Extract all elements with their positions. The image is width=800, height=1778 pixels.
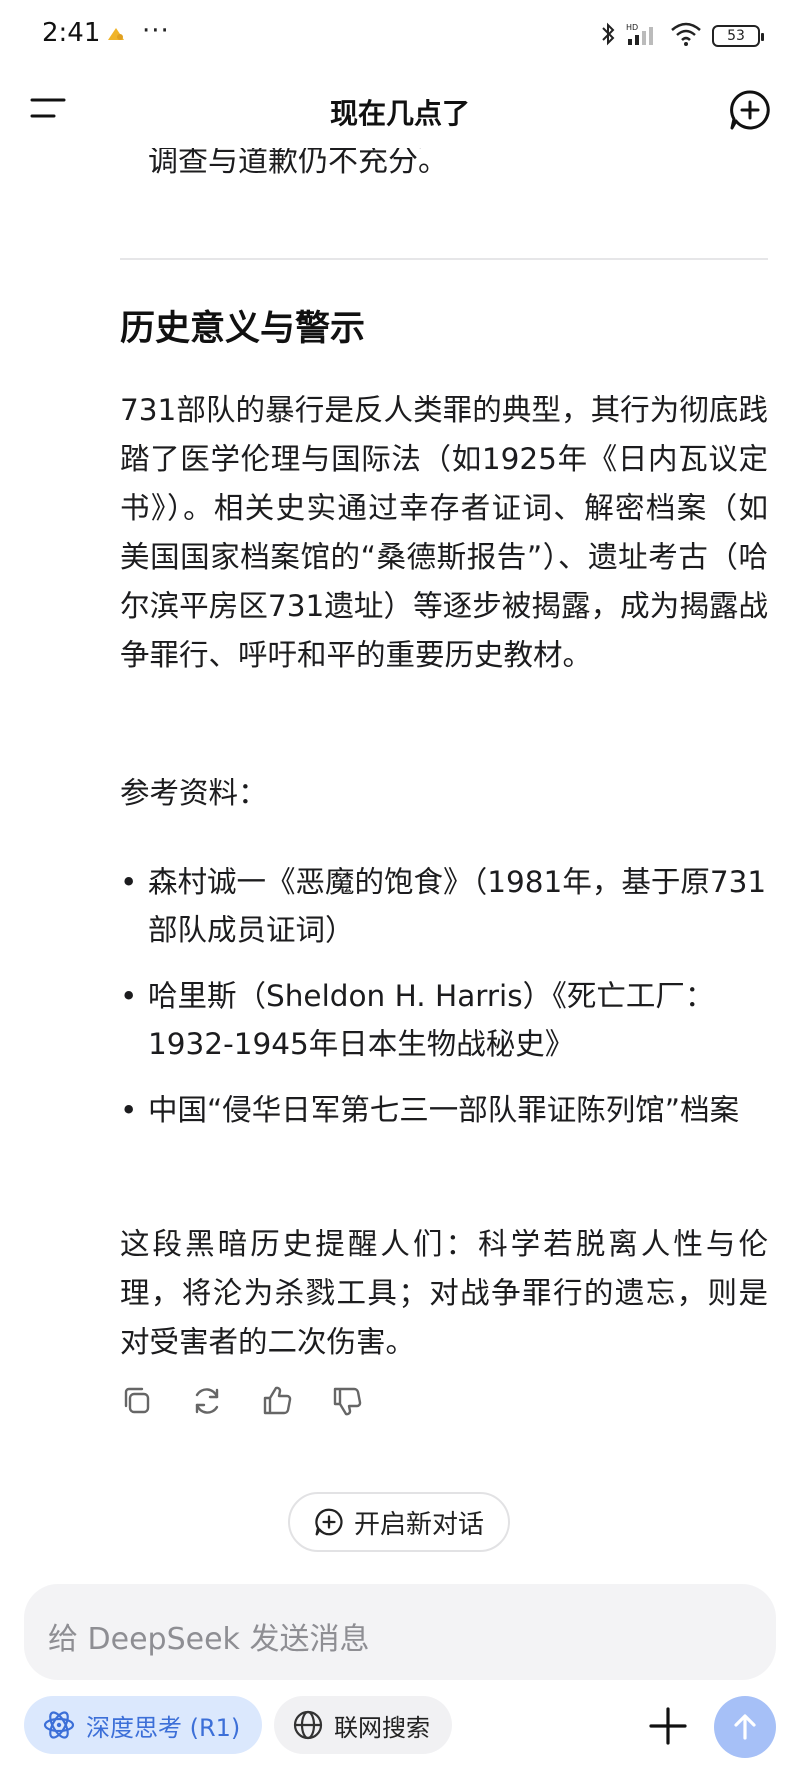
message-actions [120, 1384, 364, 1418]
deep-think-toggle[interactable]: 深度思考 (R1) [24, 1696, 263, 1754]
deep-think-label: 深度思考 (R1) [86, 1713, 241, 1742]
refresh-icon [195, 1388, 219, 1414]
attach-button[interactable] [648, 1706, 688, 1746]
globe-icon [293, 1710, 323, 1740]
app-header: 现在几点了 [0, 72, 800, 148]
message-input-placeholder: 给 DeepSeek 发送消息 [48, 1622, 370, 1657]
bluetooth-icon [600, 21, 616, 51]
signal-icon: HD [626, 21, 660, 51]
battery-icon: 53 [712, 25, 764, 47]
web-search-label: 联网搜索 [334, 1713, 430, 1742]
start-new-chat-label: 开启新对话 [353, 1509, 484, 1540]
section-heading: 历史意义与警示 [120, 309, 366, 349]
status-bar: 2:41 ··· HD 53 [0, 0, 800, 72]
chat-plus-icon [315, 1508, 343, 1536]
section-divider [120, 258, 768, 260]
reference-item: • 中国“侵华日军第七三一部队罪证陈列馆”档案 [120, 1086, 768, 1134]
start-new-chat-button[interactable]: 开启新对话 [288, 1492, 510, 1552]
arrow-up-icon [734, 1714, 756, 1740]
send-button[interactable] [714, 1696, 776, 1758]
bullet: • [120, 1093, 138, 1127]
svg-text:HD: HD [626, 23, 638, 32]
dislike-button[interactable] [330, 1384, 364, 1418]
status-more-dots: ··· [142, 16, 170, 46]
atom-icon [43, 1711, 75, 1739]
web-search-toggle[interactable]: 联网搜索 [274, 1696, 452, 1754]
page-title: 现在几点了 [329, 97, 470, 130]
reference-item: • 哈里斯（Sheldon H. Harris）《死亡工厂：1932-1945年… [120, 972, 768, 1068]
status-indicators: HD 53 [600, 20, 764, 52]
reference-text: 森村诚一《恶魔的饱食》（1981年，基于原731部队成员证词） [148, 865, 767, 947]
new-chat-header-button[interactable] [728, 88, 772, 132]
paragraph-significance: 731部队的暴行是反人类罪的典型，其行为彻底践踏了医学伦理与国际法（如1925年… [120, 393, 768, 672]
references-label: 参考资料： [120, 776, 268, 810]
copy-button[interactable] [120, 1384, 154, 1418]
thumbs-up-icon [263, 1386, 292, 1415]
composer-toolbar: 深度思考 (R1) 联网搜索 [0, 1696, 800, 1758]
paragraph-conclusion: 这段黑暗历史提醒人们：科学若脱离人性与伦理，将沦为杀戮工具；对战争罪行的遗忘，则… [120, 1227, 768, 1359]
thumbs-down-icon [333, 1387, 362, 1416]
chat-plus-icon [730, 90, 770, 130]
plus-icon [649, 1707, 687, 1745]
notification-app-icon [106, 26, 126, 42]
status-time: 2:41 [42, 18, 101, 48]
message-input[interactable]: 给 DeepSeek 发送消息 [24, 1584, 776, 1680]
reference-text: 哈里斯（Sheldon H. Harris）《死亡工厂：1932-1945年日本… [148, 979, 715, 1061]
like-button[interactable] [260, 1384, 294, 1418]
reference-text: 中国“侵华日军第七三一部队罪证陈列馆”档案 [148, 1093, 740, 1127]
reference-item: • 森村诚一《恶魔的饱食》（1981年，基于原731部队成员证词） [120, 858, 768, 954]
regenerate-button[interactable] [190, 1384, 224, 1418]
bullet: • [120, 865, 138, 899]
bullet: • [120, 979, 138, 1013]
copy-icon [124, 1387, 150, 1414]
wifi-icon [670, 21, 702, 51]
references-list: • 森村诚一《恶魔的饱食》（1981年，基于原731部队成员证词） • 哈里斯（… [120, 858, 768, 1152]
